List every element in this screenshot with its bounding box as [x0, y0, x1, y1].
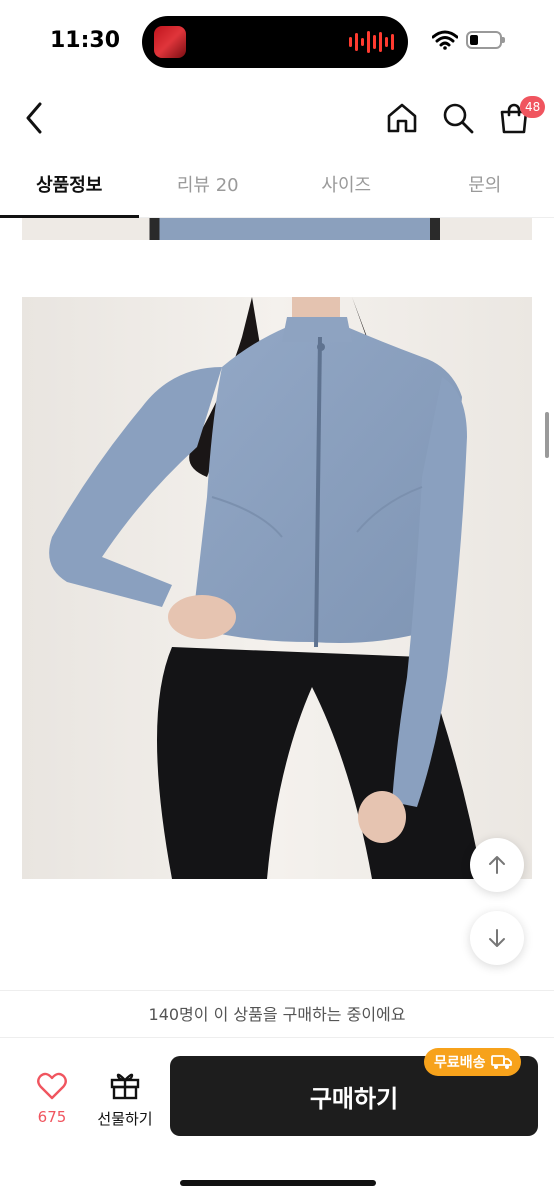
gift-icon [110, 1073, 140, 1100]
search-button[interactable] [438, 98, 478, 138]
status-time: 11:30 [50, 28, 121, 53]
back-button[interactable] [18, 98, 54, 138]
battery-icon [466, 31, 505, 49]
scrollbar[interactable] [545, 412, 549, 458]
previous-product-image [22, 218, 532, 240]
wifi-icon [432, 30, 458, 50]
home-icon [387, 103, 417, 133]
now-playing-artwork [154, 26, 186, 58]
home-button[interactable] [382, 98, 422, 138]
free-shipping-label: 무료배송 [434, 1055, 486, 1071]
free-shipping-badge: 무료배송 [424, 1048, 521, 1076]
back-chevron-icon [26, 102, 42, 134]
gift-label: 선물하기 [97, 1110, 153, 1128]
audio-wave-icon [349, 30, 394, 54]
heart-icon [37, 1072, 67, 1100]
like-count: 675 [37, 1108, 67, 1126]
product-photo[interactable] [22, 297, 532, 879]
top-navigation [0, 88, 554, 148]
status-bar: 11:30 [0, 0, 554, 80]
arrow-up-icon [489, 856, 505, 874]
scroll-down-button[interactable] [470, 911, 524, 965]
like-button[interactable]: 675 [24, 1072, 80, 1126]
search-icon [443, 103, 474, 134]
tab-product-info[interactable]: 상품정보 [0, 160, 139, 218]
scroll-top-button[interactable] [470, 838, 524, 892]
gift-button[interactable]: 선물하기 [92, 1070, 158, 1129]
product-photo-illustration [22, 297, 532, 879]
home-indicator[interactable] [180, 1180, 376, 1186]
tab-inquiry[interactable]: 문의 [416, 160, 554, 217]
purchase-notice: 140명이 이 상품을 구매하는 중이에요 [0, 990, 554, 1038]
product-tabs: 상품정보 리뷰 20 사이즈 문의 [0, 160, 554, 218]
truck-icon [490, 1055, 512, 1069]
cart-count-badge: 48 [520, 96, 546, 118]
dynamic-island[interactable] [142, 16, 408, 68]
arrow-down-icon [489, 929, 505, 947]
tab-reviews[interactable]: 리뷰 20 [139, 160, 278, 217]
tab-size[interactable]: 사이즈 [277, 160, 416, 217]
